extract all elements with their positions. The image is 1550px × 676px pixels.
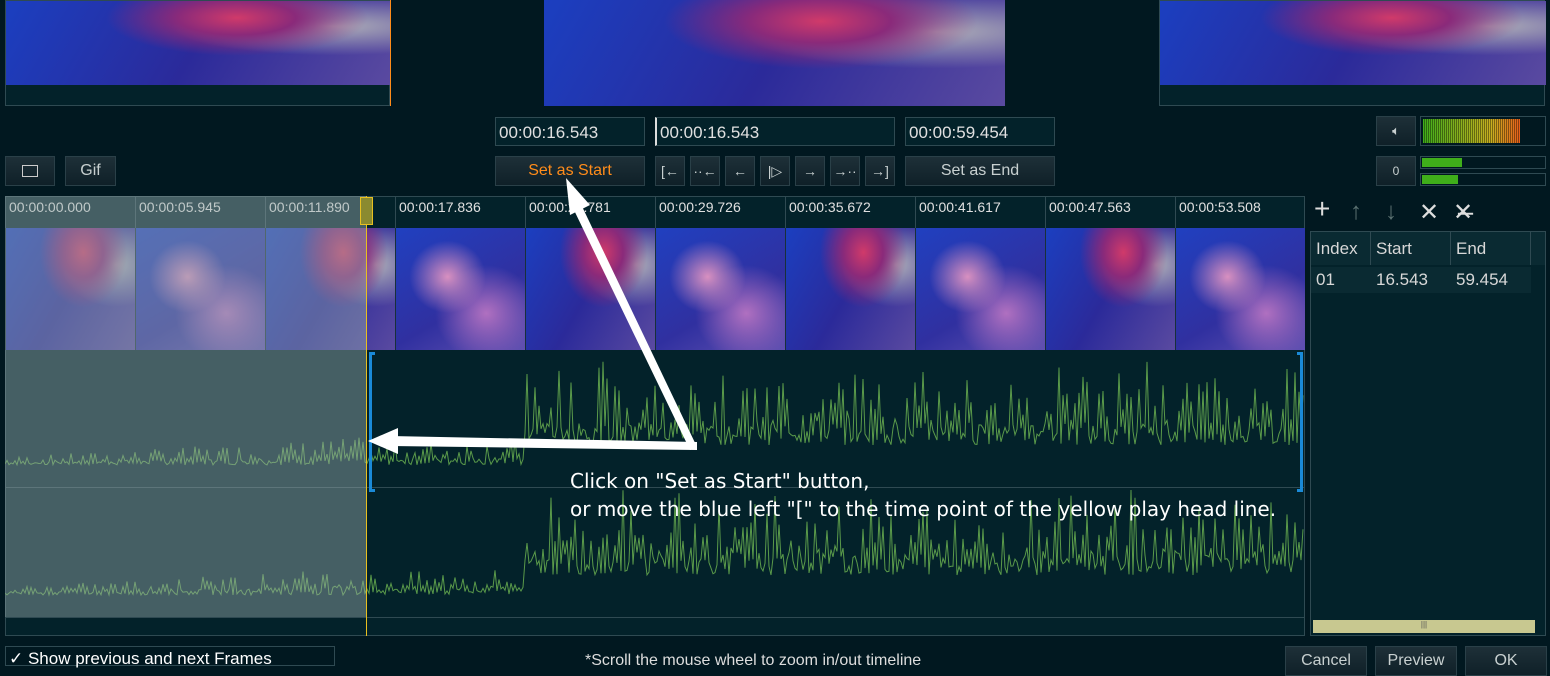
annotation-line-2: or move the blue left "[" to the time po… [570,497,1277,521]
add-segment-icon[interactable]: + [1314,193,1330,225]
show-frames-checkbox[interactable]: ✓ Show previous and next Frames [5,646,335,668]
preview-button[interactable]: Preview [1375,646,1457,676]
move-down-icon[interactable]: ↓ [1385,198,1397,226]
annotation-line-1: Click on "Set as Start" button, [570,469,870,493]
cancel-button[interactable]: Cancel [1285,646,1367,676]
column-end[interactable]: End [1451,232,1531,265]
hint-text: *Scroll the mouse wheel to zoom in/out t… [585,652,922,669]
show-frames-label: Show previous and next Frames [27,649,272,668]
checkmark-icon: ✓ [9,649,28,668]
row-index: 01 [1316,270,1335,289]
column-index[interactable]: Index [1311,232,1371,265]
table-row[interactable]: 01 16.543 59.454 [1311,267,1531,293]
segments-table: Index Start End 01 16.543 59.454 ||| [1310,231,1546,636]
horizontal-scrollbar[interactable]: ||| [1313,620,1535,633]
column-start[interactable]: Start [1371,232,1451,265]
ok-button[interactable]: OK [1465,646,1547,676]
delete-segment-icon[interactable]: ✕ [1419,198,1439,227]
row-start: 16.543 [1376,270,1428,289]
delete-all-icon[interactable]: ✕̶ [1453,198,1473,227]
annotation-text: Click on "Set as Start" button, or move … [570,467,1276,523]
row-end: 59.454 [1456,270,1508,289]
move-up-icon[interactable]: ↑ [1350,198,1362,226]
